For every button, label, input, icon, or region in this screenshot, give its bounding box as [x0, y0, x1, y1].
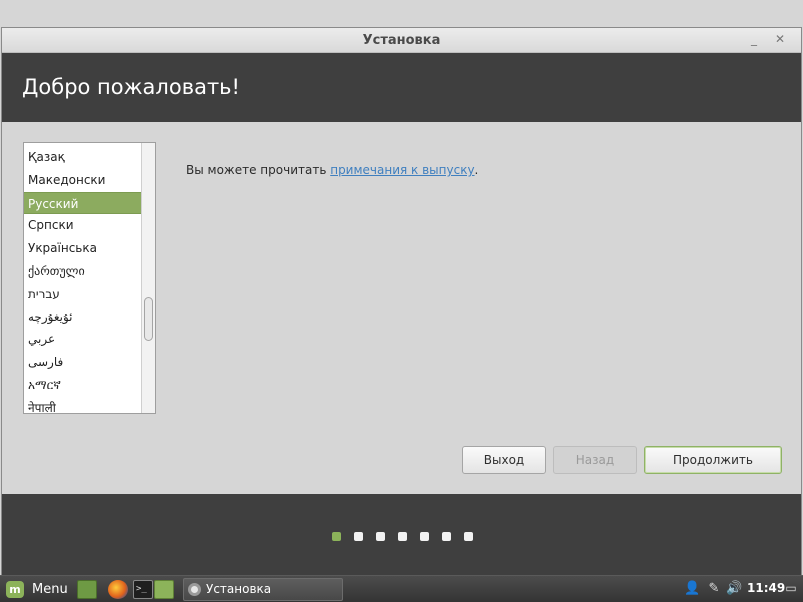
user-icon[interactable]: 👤 — [684, 581, 700, 597]
files-icon[interactable] — [154, 580, 174, 599]
installer-window: Установка _ ✕ Добро пожаловать! Қазақ Мак… — [1, 27, 802, 575]
language-item[interactable]: Українська — [24, 237, 141, 259]
show-desktop-icon[interactable] — [77, 580, 97, 599]
release-suffix: . — [474, 163, 479, 177]
language-list[interactable]: Қазақ Македонски Русский Српски Українська ქა… — [23, 142, 156, 414]
language-item[interactable]: فارسی — [24, 351, 141, 373]
scrollbar-thumb[interactable] — [144, 297, 153, 341]
terminal-icon[interactable]: >_ — [133, 580, 153, 599]
taskbar-window-item[interactable]: Установка — [183, 578, 343, 601]
release-notes-link[interactable]: примечания к выпуску — [330, 163, 474, 177]
progress-dot — [442, 532, 451, 541]
progress-footer — [2, 494, 801, 575]
language-item[interactable]: Қазақ — [24, 146, 141, 168]
progress-dot — [332, 532, 341, 541]
progress-dot — [420, 532, 429, 541]
window-title: Установка — [362, 33, 441, 48]
back-button[interactable]: Назад — [553, 446, 637, 474]
progress-dot — [398, 532, 407, 541]
release-notes-text: Вы можете прочитать примечания к выпуску… — [186, 163, 478, 177]
minimize-icon[interactable]: _ — [747, 32, 761, 48]
header-banner: Добро пожаловать! — [2, 53, 801, 122]
desktop-icon[interactable]: ▭ — [784, 581, 798, 597]
language-item[interactable]: עברית — [24, 283, 141, 305]
page-title: Добро пожаловать! — [22, 75, 240, 99]
title-bar[interactable]: Установка _ ✕ — [2, 28, 801, 53]
menu-button[interactable]: m Menu — [4, 579, 70, 600]
continue-button[interactable]: Продолжить — [644, 446, 782, 474]
progress-dot — [354, 532, 363, 541]
language-item[interactable]: አማርኛ — [24, 374, 141, 396]
language-scrollbar[interactable] — [141, 143, 155, 413]
quit-button[interactable]: Выход — [462, 446, 546, 474]
taskbar: m Menu >_ Установка 👤 ✎ 🔊 11:49 ▭ — [0, 575, 803, 602]
taskbar-window-label: Установка — [206, 582, 272, 596]
volume-icon[interactable]: 🔊 — [726, 581, 742, 597]
firefox-icon[interactable] — [108, 580, 128, 599]
clock[interactable]: 11:49 — [747, 581, 785, 595]
close-icon[interactable]: ✕ — [773, 32, 787, 48]
disc-icon — [188, 583, 201, 596]
desktop: Установка _ ✕ Добро пожаловать! Қазақ Мак… — [0, 0, 803, 602]
language-item[interactable]: Русский — [24, 191, 141, 214]
language-item[interactable]: Српски — [24, 214, 141, 236]
mint-logo-icon: m — [6, 581, 24, 598]
language-item[interactable]: ქართული — [24, 260, 141, 282]
progress-dot — [376, 532, 385, 541]
language-item[interactable]: नेपाली — [24, 397, 141, 413]
language-item[interactable]: Македонски — [24, 169, 141, 191]
network-icon[interactable]: ✎ — [707, 581, 721, 597]
language-item[interactable]: ئۇيغۇرچە — [24, 306, 141, 328]
progress-dot — [464, 532, 473, 541]
language-item[interactable]: عربي — [24, 328, 141, 350]
release-prefix: Вы можете прочитать — [186, 163, 331, 177]
menu-label: Menu — [32, 582, 68, 597]
